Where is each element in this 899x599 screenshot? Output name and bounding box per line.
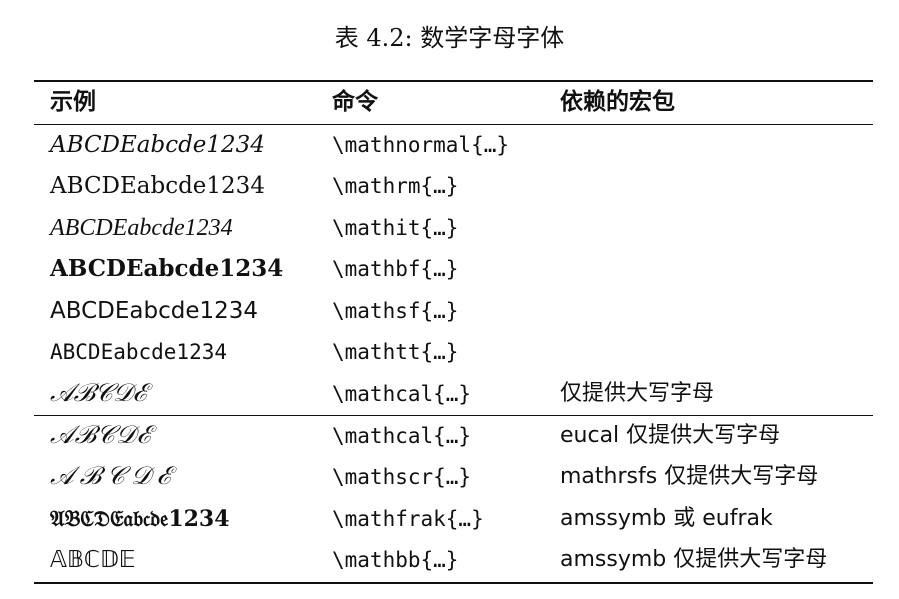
example-mathcal: 𝒜ℬ𝒞𝒟ℰ — [50, 380, 148, 407]
command-mathit: \mathit{…} — [332, 216, 459, 240]
example-mathbf: ABCDEabcde1234 — [50, 255, 284, 282]
table-row: 𝒜ℬ𝒞𝒟ℰ \mathcal{…} 仅提供大写字母 — [34, 374, 873, 414]
package-eucal: eucal 仅提供大写字母 — [560, 423, 781, 448]
command-mathtt: \mathtt{…} — [332, 340, 459, 364]
command-mathscr: \mathscr{…} — [332, 465, 472, 489]
example-mathscr: 𝒜ℬ𝒞𝒟ℰ — [50, 463, 178, 490]
package-mathcal: 仅提供大写字母 — [560, 381, 715, 406]
bottom-rule — [34, 582, 873, 584]
table-row: 𝔸𝔹ℂ𝔻𝔼 \mathbb{…} amssymb 仅提供大写字母 — [34, 540, 873, 580]
example-mathtt: ABCDEabcde1234 — [50, 340, 228, 364]
command-mathbb: \mathbb{…} — [332, 548, 459, 572]
table-row: 𝒜ℬ𝒞𝒟ℰ \mathcal{…} eucal 仅提供大写字母 — [34, 416, 873, 456]
command-mathcal-eucal: \mathcal{…} — [332, 424, 472, 448]
package-amssymb: amssymb 仅提供大写字母 — [560, 547, 828, 572]
command-mathbf: \mathbf{…} — [332, 257, 459, 281]
package-mathrsfs: mathrsfs 仅提供大写字母 — [560, 464, 819, 489]
example-mathfrak: 𝔄𝔅ℭ𝔇𝔈𝔞𝔟𝔠𝔡𝔢1234 — [50, 506, 230, 532]
example-mathbb: 𝔸𝔹ℂ𝔻𝔼 — [50, 547, 136, 573]
table-row: ABCDEabcde1234 \mathrm{…} — [34, 166, 873, 206]
command-mathfrak: \mathfrak{…} — [332, 507, 484, 531]
table-row: ABCDEabcde1234 \mathbf{…} — [34, 249, 873, 289]
table-header: 示例 命令 依赖的宏包 — [34, 82, 873, 122]
command-mathsf: \mathsf{…} — [332, 299, 459, 323]
example-mathnormal: ABCDEabcde1234 — [50, 132, 265, 158]
table-row: ABCDEabcde1234 \mathsf{…} — [34, 291, 873, 331]
command-mathnormal: \mathnormal{…} — [332, 133, 510, 157]
example-mathrm: ABCDEabcde1234 — [50, 173, 265, 199]
table-row: ABCDEabcde1234 \mathit{…} — [34, 208, 873, 248]
table-row: ABCDEabcde1234 \mathtt{…} — [34, 332, 873, 372]
command-mathcal: \mathcal{…} — [332, 382, 472, 406]
header-command: 命令 — [332, 89, 378, 115]
command-mathrm: \mathrm{…} — [332, 174, 459, 198]
header-example: 示例 — [50, 89, 96, 115]
table-row: ABCDEabcde1234 \mathnormal{…} — [34, 125, 873, 165]
table-row: 𝔄𝔅ℭ𝔇𝔈𝔞𝔟𝔠𝔡𝔢1234 \mathfrak{…} amssymb 或 eu… — [34, 499, 873, 539]
table-row: 𝒜ℬ𝒞𝒟ℰ \mathscr{…} mathrsfs 仅提供大写字母 — [34, 457, 873, 497]
example-mathit: ABCDEabcde1234 — [50, 215, 233, 241]
table-caption: 表 4.2: 数学字母字体 — [334, 24, 565, 52]
example-mathcal-eucal: 𝒜ℬ𝒞𝒟ℰ — [50, 422, 153, 449]
package-amssymb-eufrak: amssymb 或 eufrak — [560, 506, 773, 531]
header-package: 依赖的宏包 — [560, 89, 675, 115]
example-mathsf: ABCDEabcde1234 — [50, 298, 259, 324]
